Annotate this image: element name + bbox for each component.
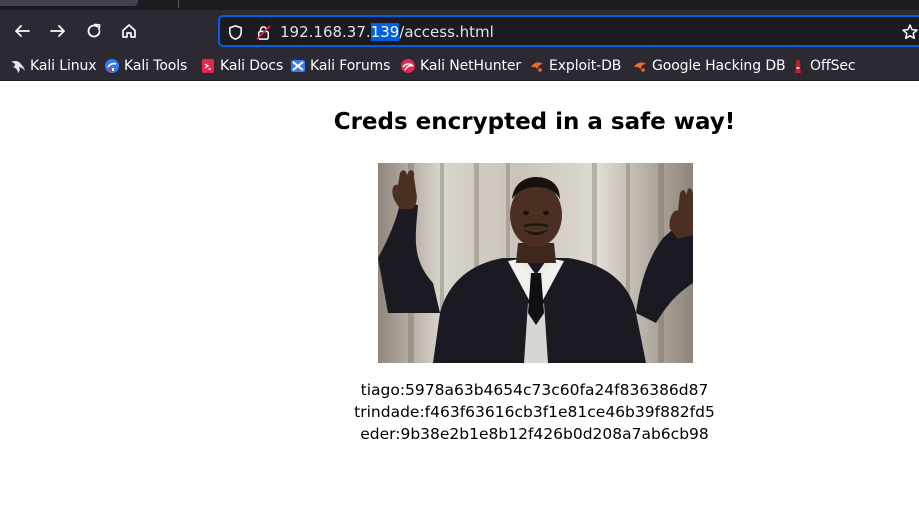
kali-docs-icon xyxy=(200,58,216,74)
bookmark-exploit-db[interactable]: Exploit-DB xyxy=(526,55,624,77)
photo-man-arms-raised xyxy=(378,163,693,363)
tracking-protection-shield-icon[interactable] xyxy=(225,22,245,42)
bookmark-star-icon[interactable] xyxy=(900,22,919,42)
credential-line: eder:9b38e2b1e8b12f426b0d208a7ab6cb98 xyxy=(360,425,709,443)
url-selected-text: 139 xyxy=(370,23,400,41)
active-tab-edge[interactable] xyxy=(0,0,138,6)
credential-line: tiago:5978a63b4654c73c60fa24f836386d87 xyxy=(360,381,709,399)
exploit-db-icon xyxy=(529,58,545,74)
url-path: /access.html xyxy=(399,23,494,41)
kali-nethunter-icon xyxy=(400,58,416,74)
page-content: Creds encrypted in a safe way! tiago:597… xyxy=(0,82,919,515)
page-title: Creds encrypted in a safe way! xyxy=(333,109,736,135)
back-button[interactable] xyxy=(8,17,36,45)
bookmark-kali-nethunter[interactable]: Kali NetHunter xyxy=(397,55,524,77)
navigation-toolbar: 192.168.37.139/access.html xyxy=(0,10,919,52)
credentials-list: tiago:5978a63b4654c73c60fa24f836386d87 t… xyxy=(0,379,919,445)
bookmark-kali-docs[interactable]: Kali Docs xyxy=(197,55,286,77)
kali-dragon-icon xyxy=(10,58,26,74)
ghdb-icon xyxy=(632,58,648,74)
bookmark-label: Google Hacking DB xyxy=(652,58,786,74)
tab-divider xyxy=(178,0,179,8)
bookmark-label: Kali NetHunter xyxy=(420,58,522,74)
kali-tools-icon xyxy=(104,58,120,74)
bookmark-label: OffSec xyxy=(810,58,856,74)
reload-icon xyxy=(87,23,101,38)
tab-strip xyxy=(0,0,919,10)
bookmark-label: Kali Docs xyxy=(220,58,284,74)
bookmarks-toolbar: Kali Linux Kali Tools Kali Docs Kali For… xyxy=(0,52,919,81)
bookmark-label: Kali Tools xyxy=(124,58,188,74)
bookmark-label: Exploit-DB xyxy=(549,58,622,74)
bookmark-kali-forums[interactable]: Kali Forums xyxy=(287,55,393,77)
bookmark-google-hacking-db[interactable]: Google Hacking DB xyxy=(629,55,789,77)
bookmark-label: Kali Linux xyxy=(30,58,97,74)
arrow-right-icon xyxy=(50,25,65,37)
forward-button[interactable] xyxy=(44,17,72,45)
offsec-icon xyxy=(790,58,806,74)
bookmark-offsec[interactable]: OffSec xyxy=(787,55,858,77)
bookmark-kali-tools[interactable]: Kali Tools xyxy=(101,55,190,77)
address-bar[interactable]: 192.168.37.139/access.html xyxy=(218,15,919,47)
bookmark-kali-linux[interactable]: Kali Linux xyxy=(7,55,99,77)
arrow-left-icon xyxy=(15,25,30,37)
home-button[interactable] xyxy=(115,17,143,45)
url-host-prefix: 192.168.37. xyxy=(280,23,371,41)
home-icon xyxy=(122,24,136,38)
url-text[interactable]: 192.168.37.139/access.html xyxy=(280,22,494,42)
kali-forums-icon xyxy=(290,58,306,74)
bookmark-label: Kali Forums xyxy=(310,58,391,74)
reload-button[interactable] xyxy=(80,17,108,45)
insecure-lock-icon[interactable] xyxy=(253,22,273,42)
credential-line: trindade:f463f63616cb3f1e81ce46b39f882fd… xyxy=(354,403,715,421)
